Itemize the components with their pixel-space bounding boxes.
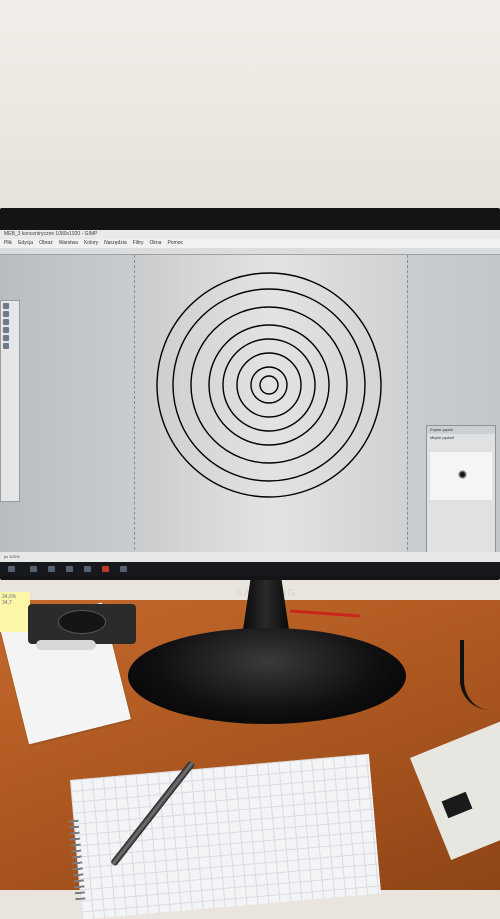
menu-item-file[interactable]: Plik	[4, 239, 12, 248]
ring-2	[172, 288, 366, 482]
brush-name: Miękki pędzel	[430, 435, 455, 440]
taskbar-app-icon[interactable]	[102, 566, 109, 572]
eraser-tool-icon[interactable]	[3, 335, 9, 341]
menu-item-windows[interactable]: Okna	[150, 239, 162, 248]
windows-taskbar	[0, 562, 500, 576]
sticky-note-line: 34,7	[2, 600, 12, 606]
toolbox-panel	[0, 300, 20, 502]
monitor-stand-base	[128, 628, 406, 724]
taskbar-app-icon[interactable]	[30, 566, 37, 572]
select-tool-icon[interactable]	[3, 303, 9, 309]
move-tool-icon[interactable]	[3, 311, 9, 317]
menu-item-edit[interactable]: Edycja	[18, 239, 33, 248]
multimeter-dial	[58, 610, 106, 634]
taskbar-app-icon[interactable]	[84, 566, 91, 572]
taskbar-gimp-icon[interactable]	[120, 566, 127, 572]
menu-item-help[interactable]: Pomoc	[167, 239, 183, 248]
multimeter	[28, 604, 136, 644]
ring-8	[259, 375, 279, 395]
start-icon[interactable]	[8, 566, 15, 572]
menu-item-filters[interactable]: Filtry	[133, 239, 144, 248]
status-bar: px 100%	[0, 552, 500, 562]
brush-dot-icon	[458, 470, 467, 479]
probe-lead	[36, 640, 96, 650]
concentric-rings-drawing	[156, 272, 382, 498]
horizontal-ruler	[0, 248, 500, 255]
monitor-screen: MEB_3 koncentryczne 1080x1920 - GIMP Pli…	[0, 230, 500, 562]
menu-item-image[interactable]: Obraz	[39, 239, 53, 248]
brush-panel-title: Edytor pędzli	[427, 426, 495, 434]
crop-tool-icon[interactable]	[3, 319, 9, 325]
taskbar-app-icon[interactable]	[66, 566, 73, 572]
ring-7	[250, 366, 288, 404]
paint-tool-icon[interactable]	[3, 327, 9, 333]
ring-4	[208, 324, 330, 446]
menu-item-tools[interactable]: Narzędzia	[104, 239, 127, 248]
gimp-title-bar: MEB_3 koncentryczne 1080x1920 - GIMP	[0, 230, 500, 239]
menu-item-layer[interactable]: Warstwa	[59, 239, 78, 248]
wall-background	[0, 0, 500, 215]
sticky-note: 34,6% 34,7	[0, 592, 30, 632]
spiral-notebook	[70, 753, 382, 919]
brush-preview	[430, 452, 492, 500]
menu-item-colors[interactable]: Kolory	[84, 239, 98, 248]
taskbar-app-icon[interactable]	[48, 566, 55, 572]
image-canvas[interactable]	[134, 255, 408, 555]
brush-editor-panel: Edytor pędzli Miękki pędzel	[426, 425, 496, 562]
ring-6	[236, 352, 302, 418]
text-tool-icon[interactable]	[3, 343, 9, 349]
ring-3	[190, 306, 348, 464]
gimp-menu-bar: Plik Edycja Obraz Warstwa Kolory Narzędz…	[0, 239, 500, 248]
